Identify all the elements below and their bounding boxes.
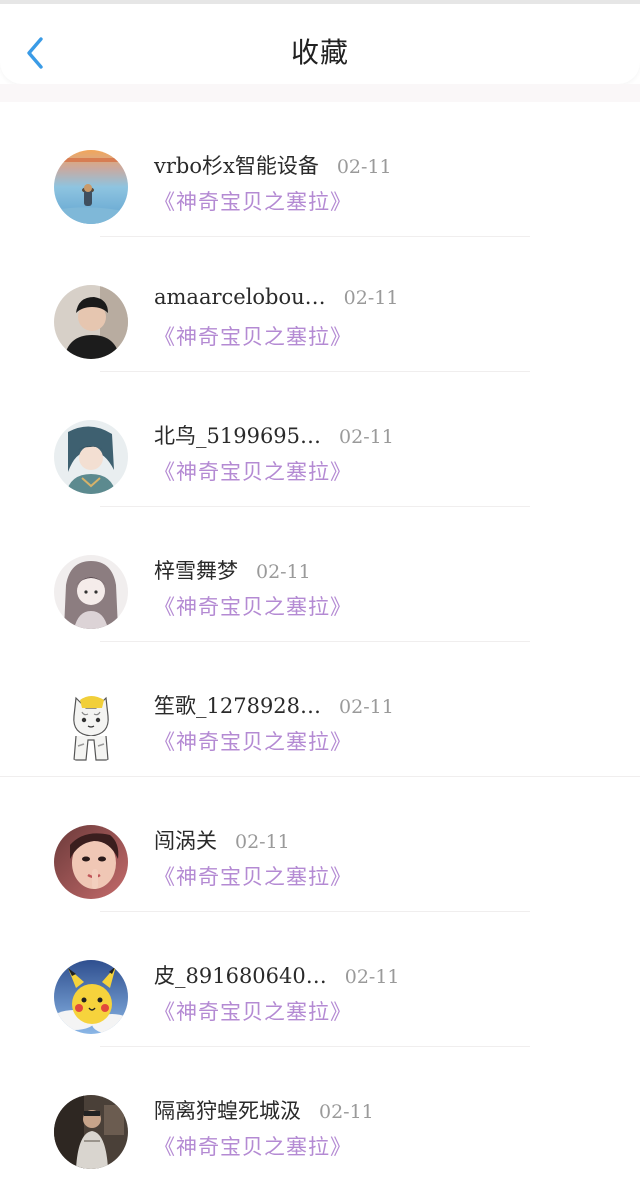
avatar[interactable] <box>54 960 128 1034</box>
anime-character-avatar-icon <box>54 420 128 494</box>
favorite-date: 02-11 <box>344 966 400 988</box>
favorite-date: 02-11 <box>235 831 290 853</box>
top-navigation-bar: 收藏 <box>0 0 640 84</box>
avatar[interactable] <box>54 150 128 224</box>
username[interactable]: 笙歌_1278928… <box>154 690 321 720</box>
favorite-date: 02-11 <box>319 1101 374 1123</box>
sea-sunset-avatar-icon <box>54 150 128 224</box>
favorite-date: 02-11 <box>339 696 394 718</box>
work-title[interactable]: 《神奇宝贝之塞拉》 <box>154 861 620 891</box>
username[interactable]: vrbo杉x智能设备 <box>154 150 319 180</box>
avatar[interactable] <box>54 420 128 494</box>
username[interactable]: 隔离狩蝗死城汲 <box>154 1095 301 1125</box>
username[interactable]: 皮_891680640… <box>154 960 327 990</box>
pikachu-avatar-icon <box>54 960 128 1034</box>
sketch-girl-avatar-icon <box>54 555 128 629</box>
work-title[interactable]: 《神奇宝贝之塞拉》 <box>154 1131 620 1161</box>
avatar[interactable] <box>54 825 128 899</box>
favorite-date: 02-11 <box>343 287 399 309</box>
favorites-list: vrbo杉x智能设备 02-11 《神奇宝贝之塞拉》 amaarcelobou…… <box>0 102 640 1182</box>
list-item[interactable]: 梓雪舞梦 02-11 《神奇宝贝之塞拉》 <box>0 507 640 642</box>
work-title[interactable]: 《神奇宝贝之塞拉》 <box>154 996 620 1026</box>
avatar[interactable] <box>54 285 128 359</box>
young-man-avatar-icon <box>54 285 128 359</box>
girl-portrait-avatar-icon <box>54 825 128 899</box>
username[interactable]: 梓雪舞梦 <box>154 555 238 585</box>
dark-room-avatar-icon <box>54 1095 128 1169</box>
favorite-date: 02-11 <box>256 561 311 583</box>
work-title[interactable]: 《神奇宝贝之塞拉》 <box>154 726 620 756</box>
avatar[interactable] <box>54 690 128 764</box>
list-item[interactable]: amaarcelobou… 02-11 《神奇宝贝之塞拉》 <box>0 237 640 372</box>
list-item[interactable]: 隔离狩蝗死城汲 02-11 《神奇宝贝之塞拉》 <box>0 1047 640 1182</box>
avatar[interactable] <box>54 555 128 629</box>
favorite-date: 02-11 <box>339 426 394 448</box>
username[interactable]: 北鸟_5199695… <box>154 420 321 450</box>
list-item[interactable]: 北鸟_5199695… 02-11 《神奇宝贝之塞拉》 <box>0 372 640 507</box>
page-title: 收藏 <box>290 36 349 69</box>
work-title[interactable]: 《神奇宝贝之塞拉》 <box>154 591 620 621</box>
work-title[interactable]: 《神奇宝贝之塞拉》 <box>154 321 620 351</box>
username[interactable]: amaarcelobou… <box>154 285 326 309</box>
list-item[interactable]: vrbo杉x智能设备 02-11 《神奇宝贝之塞拉》 <box>0 102 640 237</box>
cat-avatar-icon <box>54 690 128 764</box>
work-title[interactable]: 《神奇宝贝之塞拉》 <box>154 456 620 486</box>
header-divider-strip <box>0 84 640 102</box>
list-item[interactable]: 皮_891680640… 02-11 《神奇宝贝之塞拉》 <box>0 912 640 1047</box>
avatar[interactable] <box>54 1095 128 1169</box>
list-item[interactable]: 笙歌_1278928… 02-11 《神奇宝贝之塞拉》 <box>0 642 640 777</box>
favorite-date: 02-11 <box>336 156 392 178</box>
work-title[interactable]: 《神奇宝贝之塞拉》 <box>154 186 620 216</box>
username[interactable]: 闯涡关 <box>154 825 217 855</box>
list-item[interactable]: 闯涡关 02-11 《神奇宝贝之塞拉》 <box>0 777 640 912</box>
